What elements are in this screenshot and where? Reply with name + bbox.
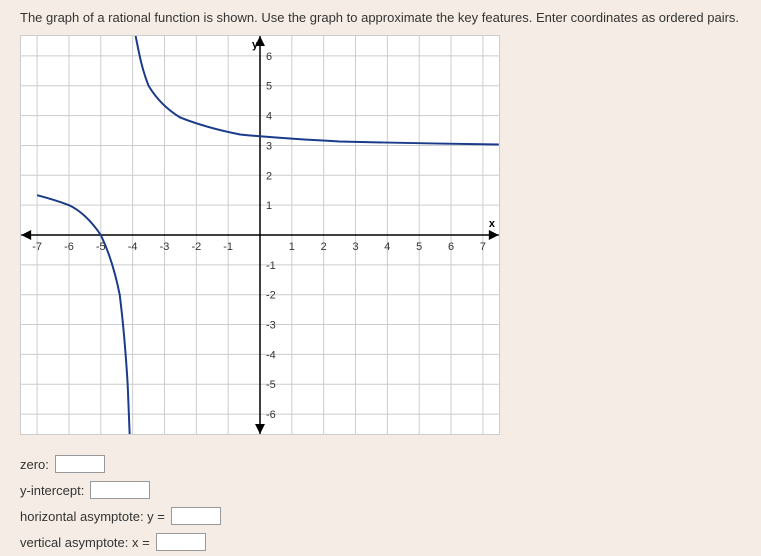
svg-text:1: 1 (266, 200, 272, 212)
instruction-text: The graph of a rational function is show… (20, 10, 741, 25)
graph-container: y x -7 -6 -5 -4 -3 -2 -1 1 2 3 4 5 6 7 6… (20, 35, 500, 435)
zero-label: zero: (20, 457, 49, 472)
zero-input[interactable] (55, 455, 105, 473)
svg-text:5: 5 (266, 81, 272, 93)
svg-text:y: y (252, 39, 259, 51)
vasymptote-label: vertical asymptote: x = (20, 535, 150, 550)
svg-text:-4: -4 (128, 241, 138, 253)
svg-text:-6: -6 (64, 241, 74, 253)
svg-text:-3: -3 (266, 320, 276, 332)
svg-text:-1: -1 (266, 260, 276, 272)
answer-section: zero: y-intercept: horizontal asymptote:… (20, 455, 741, 551)
zero-row: zero: (20, 455, 741, 473)
svg-text:-4: -4 (266, 349, 276, 361)
hasymptote-label: horizontal asymptote: y = (20, 509, 165, 524)
svg-text:6: 6 (266, 51, 272, 63)
svg-text:3: 3 (352, 241, 358, 253)
yintercept-row: y-intercept: (20, 481, 741, 499)
svg-text:x: x (489, 218, 495, 230)
yintercept-label: y-intercept: (20, 483, 84, 498)
hasymptote-row: horizontal asymptote: y = (20, 507, 741, 525)
svg-text:-7: -7 (32, 241, 42, 253)
svg-text:-2: -2 (266, 290, 276, 302)
svg-text:1: 1 (289, 241, 295, 253)
svg-text:7: 7 (480, 241, 486, 253)
vasymptote-row: vertical asymptote: x = (20, 533, 741, 551)
svg-text:-3: -3 (160, 241, 170, 253)
svg-text:6: 6 (448, 241, 454, 253)
svg-text:2: 2 (266, 170, 272, 182)
vasymptote-input[interactable] (156, 533, 206, 551)
yintercept-input[interactable] (90, 481, 150, 499)
svg-text:-1: -1 (223, 241, 233, 253)
svg-text:3: 3 (266, 140, 272, 152)
svg-text:-6: -6 (266, 409, 276, 421)
svg-text:4: 4 (266, 111, 272, 123)
svg-text:4: 4 (384, 241, 390, 253)
svg-text:-2: -2 (191, 241, 201, 253)
hasymptote-input[interactable] (171, 507, 221, 525)
svg-text:2: 2 (321, 241, 327, 253)
svg-text:-5: -5 (266, 379, 276, 391)
rational-function-graph: y x -7 -6 -5 -4 -3 -2 -1 1 2 3 4 5 6 7 6… (21, 36, 499, 434)
svg-text:5: 5 (416, 241, 422, 253)
